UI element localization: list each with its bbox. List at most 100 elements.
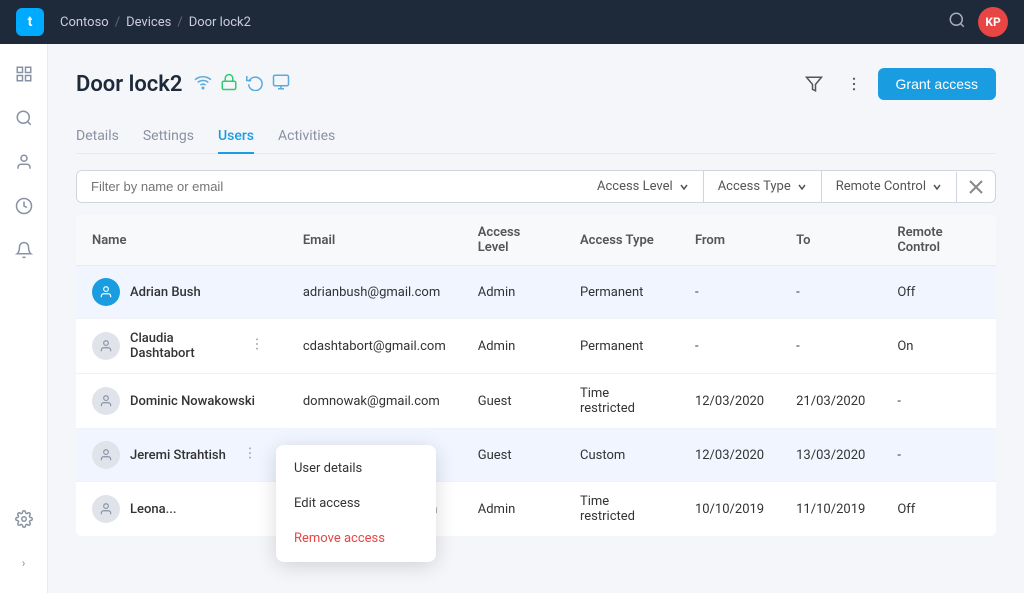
tab-users[interactable]: Users [218,120,254,154]
cell-to: 13/03/2020 [780,429,881,482]
cell-from: 10/10/2019 [679,482,780,537]
cell-from: 12/03/2020 [679,374,780,429]
table-row: Leona...leonardo.o@gmail.comAdminTime re… [76,482,996,537]
user-name-text: Jeremi Strahtish [130,448,226,463]
cell-name: Jeremi Strahtish [76,429,287,482]
user-avatar [92,441,120,469]
topbar-search-icon[interactable] [948,11,966,34]
page-title-row: Door lock2 [76,72,290,97]
cell-access-level: Guest [462,429,564,482]
cell-access-level: Admin [462,266,564,319]
breadcrumb-contoso[interactable]: Contoso [60,15,109,30]
sidebar-item-users[interactable] [6,144,42,180]
user-name-text: Claudia Dashtabort [130,331,233,361]
user-name-text: Leona... [130,502,176,517]
sidebar-item-search[interactable] [6,100,42,136]
user-avatar [92,332,120,360]
sync-icon [246,73,264,95]
users-table: Name Email Access Level Access Type From… [76,215,996,536]
breadcrumb-devices[interactable]: Devices [126,15,171,30]
wifi-icon [194,73,212,95]
col-email: Email [287,215,462,266]
cell-from: 12/03/2020 [679,429,780,482]
filter-search-input[interactable] [77,171,583,202]
table-row: Jeremi Strahtishstrahtish@gmail.comGuest… [76,429,996,482]
more-options-button[interactable] [838,68,870,100]
user-avatar [92,278,120,306]
col-to: To [780,215,881,266]
sidebar-item-notifications[interactable] [6,232,42,268]
page-header: Door lock2 [76,68,996,100]
cell-to: - [780,266,881,319]
cell-access-type: Time restricted [564,482,679,537]
user-avatar [92,495,120,523]
cell-remote-control: On [881,319,996,374]
cell-remote-control: Off [881,266,996,319]
access-type-dropdown[interactable]: Access Type [703,171,821,202]
context-menu-edit-access[interactable]: Edit access [276,486,436,521]
filter-button[interactable] [798,68,830,100]
context-menu-user-details[interactable]: User details [276,451,436,486]
context-menu-remove-access[interactable]: Remove access [276,521,436,556]
header-actions: Grant access [798,68,996,100]
sidebar-expand-button[interactable]: › [6,545,42,581]
table-row: Dominic Nowakowskidomnowak@gmail.comGues… [76,374,996,429]
cell-name: Claudia Dashtabort [76,319,287,374]
access-level-dropdown[interactable]: Access Level [583,171,703,202]
main-layout: › Door lock2 [0,44,1024,593]
tab-bar: Details Settings Users Activities [76,120,996,154]
breadcrumb-doorlock: Door lock2 [189,15,251,30]
cell-name: Leona... [76,482,287,537]
topbar-avatar[interactable]: KP [978,7,1008,37]
content-area: Door lock2 [48,44,1024,593]
cell-remote-control: - [881,374,996,429]
user-name-text: Dominic Nowakowski [130,394,255,409]
row-more-icon[interactable] [236,443,264,468]
cell-access-type: Custom [564,429,679,482]
user-name-text: Adrian Bush [130,285,201,300]
breadcrumb-sep-2: / [177,15,182,30]
filter-bar: Access Level Access Type Remote Control [76,170,996,203]
cell-email: cdashtabort@gmail.com [287,319,462,374]
app-logo[interactable]: t [16,8,44,36]
tab-details[interactable]: Details [76,120,119,154]
sidebar-item-dashboard[interactable] [6,56,42,92]
col-remote-control: Remote Control [881,215,996,266]
cell-access-type: Time restricted [564,374,679,429]
topbar: t Contoso / Devices / Door lock2 KP [0,0,1024,44]
cell-from: - [679,266,780,319]
cell-to: 21/03/2020 [780,374,881,429]
breadcrumb-sep-1: / [115,15,120,30]
screen-icon [272,73,290,95]
cell-to: 11/10/2019 [780,482,881,537]
sidebar-item-activity[interactable] [6,188,42,224]
cell-email: adrianbush@gmail.com [287,266,462,319]
cell-email: domnowak@gmail.com [287,374,462,429]
cell-from: - [679,319,780,374]
cell-name: Dominic Nowakowski [76,374,287,429]
filter-close-button[interactable] [956,172,995,202]
col-name: Name [76,215,287,266]
remote-control-dropdown[interactable]: Remote Control [821,171,956,202]
cell-to: - [780,319,881,374]
table-row: Claudia Dashtabort cdashtabort@gmail.comA… [76,319,996,374]
grant-access-button[interactable]: Grant access [878,68,996,100]
col-access-type: Access Type [564,215,679,266]
table-row: Adrian Bush adrianbush@gmail.comAdminPerm… [76,266,996,319]
sidebar-item-settings[interactable] [6,501,42,537]
row-more-icon[interactable] [243,334,271,359]
cell-name: Adrian Bush [76,266,287,319]
page-title: Door lock2 [76,72,182,97]
tab-activities[interactable]: Activities [278,120,335,154]
cell-access-level: Admin [462,482,564,537]
device-icons [194,73,290,95]
context-menu: User details Edit access Remove access [276,445,436,562]
sidebar: › [0,44,48,593]
cell-access-level: Admin [462,319,564,374]
cell-remote-control: - [881,429,996,482]
lock-icon [220,73,238,95]
tab-settings[interactable]: Settings [143,120,194,154]
cell-access-type: Permanent [564,319,679,374]
cell-remote-control: Off [881,482,996,537]
cell-access-type: Permanent [564,266,679,319]
